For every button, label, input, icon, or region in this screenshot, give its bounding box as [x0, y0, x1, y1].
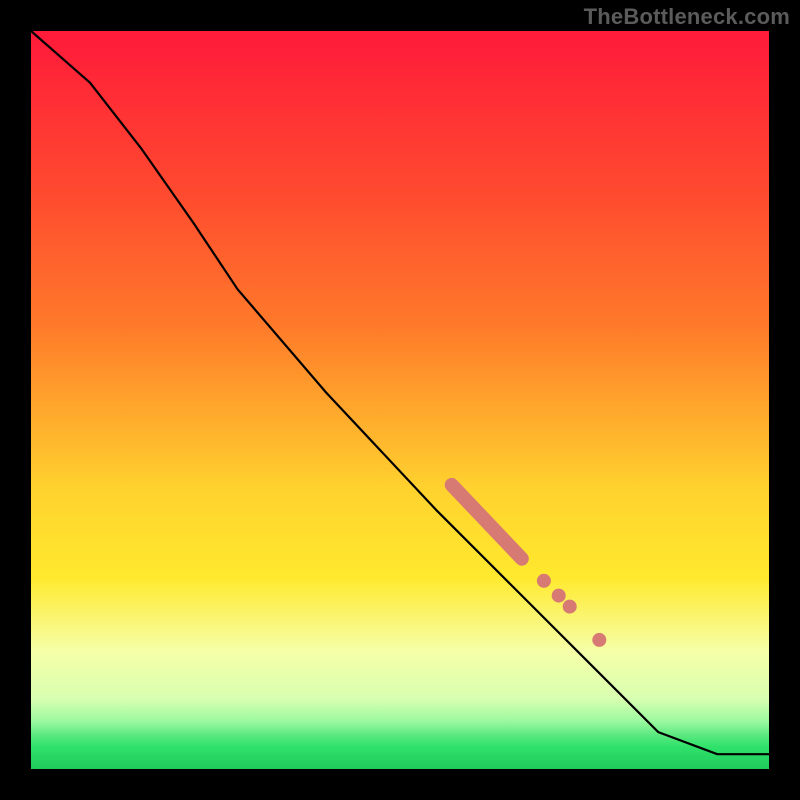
- plot-background: [31, 31, 769, 769]
- highlight-dot: [563, 600, 577, 614]
- highlight-dot: [592, 633, 606, 647]
- attribution-text: TheBottleneck.com: [584, 4, 790, 30]
- highlight-dot: [552, 589, 566, 603]
- highlight-dot: [537, 574, 551, 588]
- chart-frame: { "attribution": "TheBottleneck.com", "c…: [0, 0, 800, 800]
- chart-canvas: [0, 0, 800, 800]
